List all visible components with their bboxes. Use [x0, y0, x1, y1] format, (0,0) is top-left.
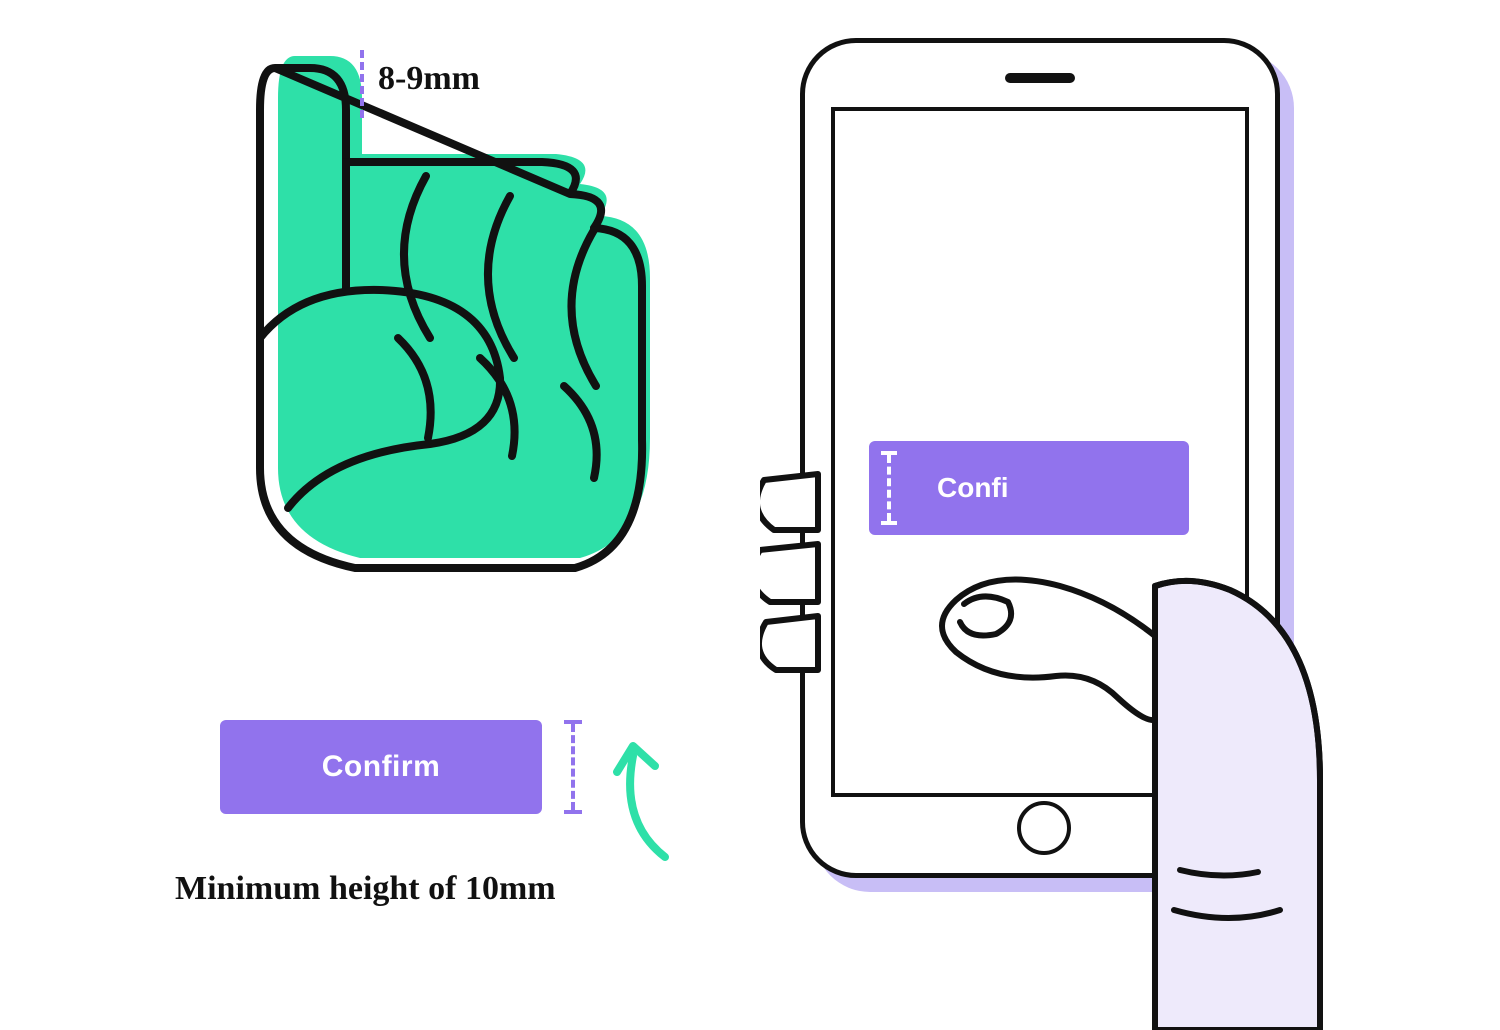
- confirm-button-label: Confirm: [322, 750, 441, 784]
- phone-confirm-button-label: Confi: [937, 472, 1009, 504]
- phone-screen: Confi: [831, 107, 1249, 797]
- phone-mockup: Confi: [800, 38, 1280, 878]
- phone-speaker: [1005, 73, 1075, 83]
- minimum-height-label: Minimum height of 10mm: [175, 870, 556, 908]
- touch-target-diagram: 8-9mm Confirm Minimum height of 10mm Con…: [0, 0, 1500, 1030]
- finger-width-dimension-line: [360, 50, 364, 118]
- pointing-hand-illustration: [180, 38, 680, 598]
- phone-home-button: [1017, 801, 1071, 855]
- button-height-dimension-line: [564, 720, 582, 814]
- confirm-button-example[interactable]: Confirm: [220, 720, 542, 814]
- phone-button-height-dimension-line: [881, 451, 897, 525]
- finger-width-label: 8-9mm: [378, 60, 480, 98]
- phone-confirm-button[interactable]: Confi: [869, 441, 1189, 535]
- pointer-arrow-icon: [605, 712, 705, 862]
